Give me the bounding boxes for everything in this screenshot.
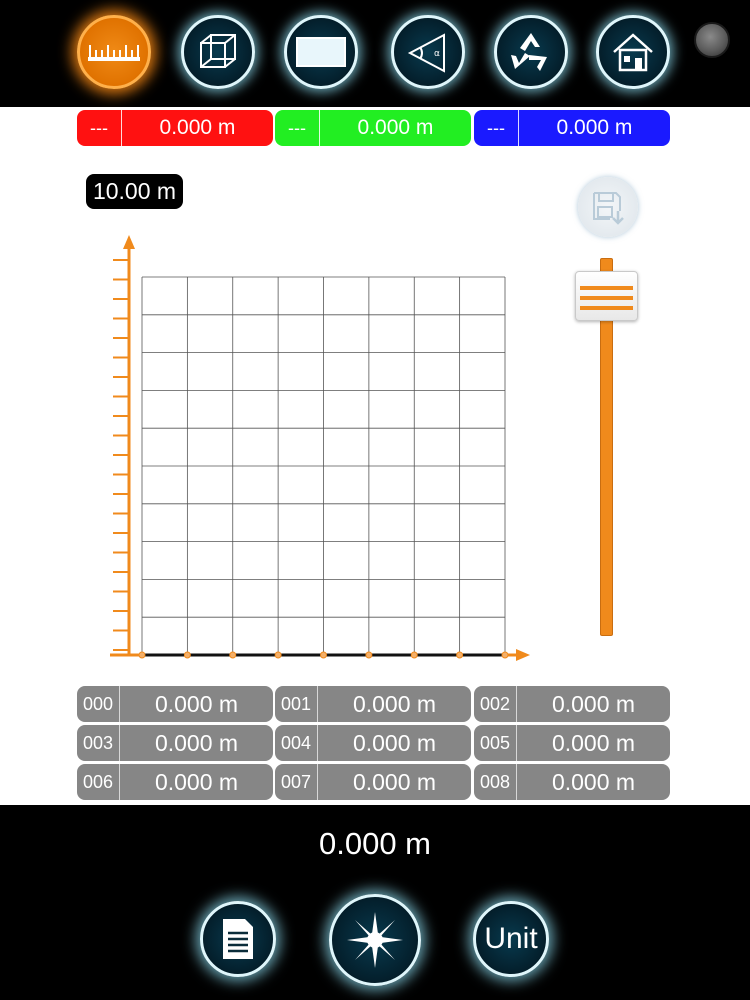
measurement-value: 0.000 m: [352, 768, 437, 795]
unit-icon: Unit: [484, 922, 538, 955]
measurement-value: 0.000 m: [551, 729, 636, 756]
measurement-code: 000: [77, 686, 120, 722]
measurement-cell[interactable]: 002 0.000 m: [474, 686, 670, 722]
zoom-slider-thumb[interactable]: [575, 270, 638, 321]
measurement-value: 0.000 m: [551, 690, 636, 717]
measurement-code: 006: [77, 764, 120, 800]
data-point: [183, 651, 191, 659]
measurement-cell[interactable]: 001 0.000 m: [275, 686, 471, 722]
measurement-code: 005: [474, 725, 517, 761]
measurement-cell[interactable]: 003 0.000 m: [77, 725, 273, 761]
y-axis-arrow: [123, 235, 135, 249]
measurement-code: 004: [275, 725, 318, 761]
measurement-value: 0.000 m: [154, 690, 239, 717]
measurement-cell[interactable]: 004 0.000 m: [275, 725, 471, 761]
unit-button[interactable]: Unit: [473, 901, 549, 977]
data-point: [501, 651, 509, 659]
data-point: [320, 651, 327, 659]
data-point: [229, 651, 237, 659]
data-point: [274, 651, 282, 659]
data-point: [138, 651, 146, 659]
measurement-value: 0.000 m: [154, 729, 239, 756]
measurement-value: 0.000 m: [154, 768, 239, 795]
data-point: [365, 651, 373, 659]
measurement-cell[interactable]: 006 0.000 m: [77, 764, 273, 800]
data-point: [410, 651, 418, 659]
measurement-code: 002: [474, 686, 517, 722]
measurement-value: 0.000 m: [551, 768, 636, 795]
list-button[interactable]: [200, 901, 276, 977]
measure-button[interactable]: [329, 894, 421, 986]
measurement-value: 0.000 m: [352, 690, 437, 717]
measurement-cell[interactable]: 007 0.000 m: [275, 764, 471, 800]
total-value: 0.000 m: [318, 826, 431, 861]
star-icon: [347, 912, 403, 968]
measurement-code: 008: [474, 764, 517, 800]
measurement-code: 007: [275, 764, 318, 800]
measurement-cell[interactable]: 000 0.000 m: [77, 686, 273, 722]
measurement-cell[interactable]: 005 0.000 m: [474, 725, 670, 761]
data-point: [456, 651, 464, 659]
measurement-cell[interactable]: 008 0.000 m: [474, 764, 670, 800]
x-axis-arrow: [516, 649, 530, 661]
measurement-code: 001: [275, 686, 318, 722]
measurement-value: 0.000 m: [352, 729, 437, 756]
document-icon: [223, 919, 253, 959]
measurement-code: 003: [77, 725, 120, 761]
